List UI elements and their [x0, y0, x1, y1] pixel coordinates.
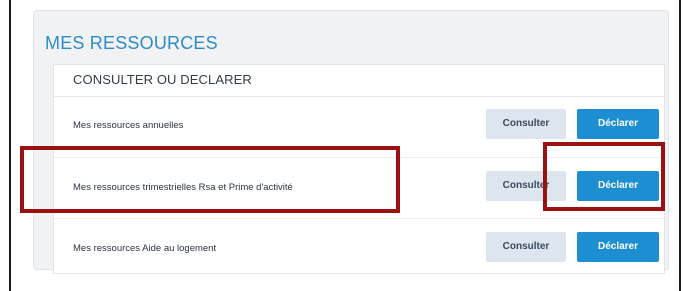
consult-button[interactable]: Consulter — [486, 171, 566, 201]
resources-card: CONSULTER OU DECLARER Mes ressources ann… — [53, 64, 665, 274]
card-header-label: CONSULTER OU DECLARER — [73, 72, 252, 87]
page-frame: MES RESSOURCES CONSULTER OU DECLARER Mes… — [9, 0, 681, 291]
row-label: Mes ressources trimestrielles Rsa et Pri… — [73, 182, 293, 193]
resource-row-housing: Mes ressources Aide au logement Consulte… — [54, 219, 664, 280]
resource-row-quarterly: Mes ressources trimestrielles Rsa et Pri… — [54, 158, 664, 219]
card-header: CONSULTER OU DECLARER — [54, 65, 664, 97]
declare-button[interactable]: Déclarer — [577, 109, 659, 139]
resource-row-annual: Mes ressources annuelles Consulter Décla… — [54, 97, 664, 158]
declare-button[interactable]: Déclarer — [577, 232, 659, 262]
page-title: MES RESSOURCES — [45, 33, 218, 53]
declare-button[interactable]: Déclarer — [577, 171, 659, 201]
row-label: Mes ressources Aide au logement — [73, 243, 217, 254]
row-label: Mes ressources annuelles — [73, 120, 184, 131]
consult-button[interactable]: Consulter — [486, 109, 566, 139]
consult-button[interactable]: Consulter — [486, 232, 566, 262]
